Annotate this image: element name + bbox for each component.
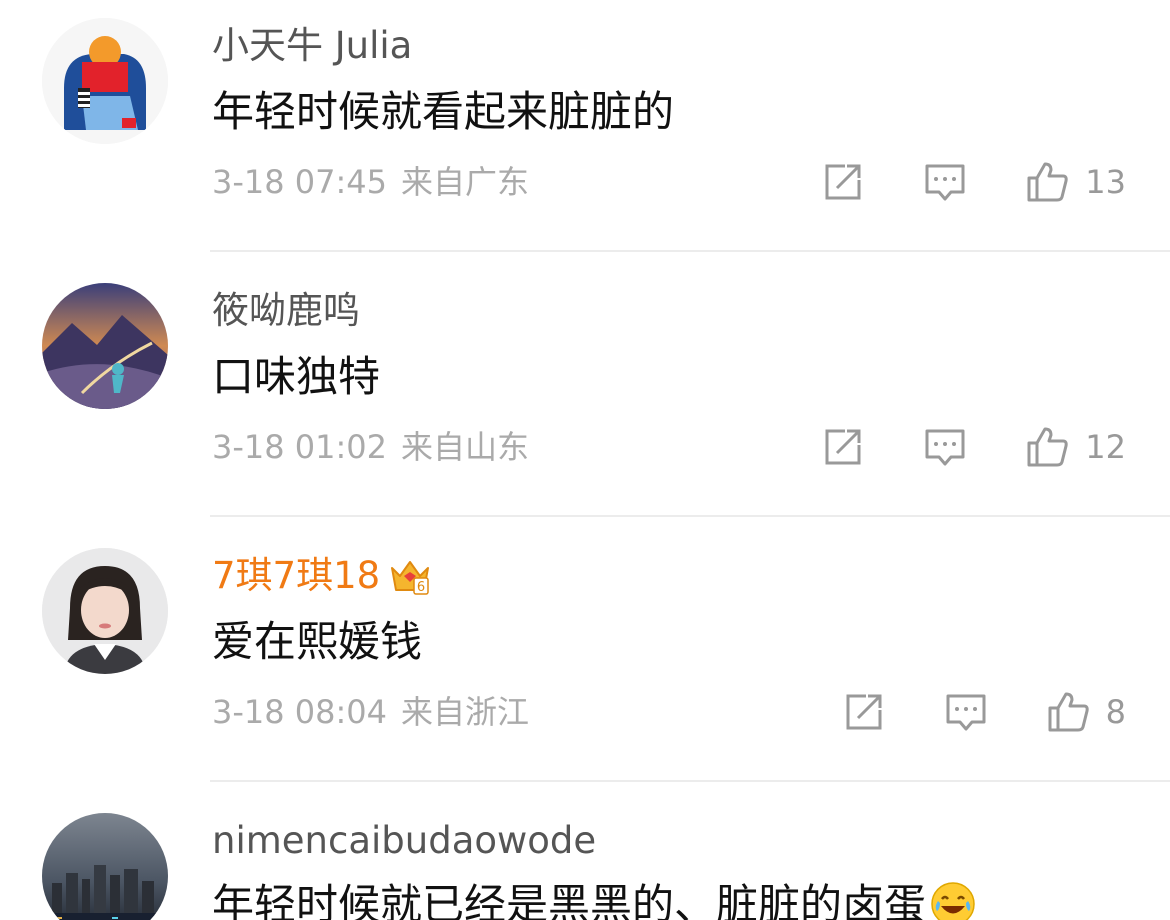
location: 来自浙江 xyxy=(401,693,530,731)
comment-meta: 3-18 07:45 来自广东 xyxy=(212,162,529,202)
username[interactable]: 7琪7琪18 6 xyxy=(212,554,432,598)
reply-icon[interactable] xyxy=(921,423,969,471)
comment-text: 爱在熙媛钱 xyxy=(212,617,423,666)
username[interactable]: 小天牛 Julia xyxy=(212,24,412,68)
comment-meta: 3-18 01:02 来自山东 xyxy=(212,427,529,467)
like-button[interactable]: 13 xyxy=(1023,158,1126,206)
comment-meta: 3-18 08:04 来自浙江 xyxy=(212,692,529,732)
avatar[interactable] xyxy=(42,283,168,409)
comment-item: nimencaibudaowode 年轻时候就已经是黑黑的、脏脏的卤蛋 xyxy=(0,795,1170,920)
comment-item: 小天牛 Julia 年轻时候就看起来脏脏的 3-18 07:45 来自广东 13 xyxy=(0,0,1170,265)
reply-icon[interactable] xyxy=(921,158,969,206)
share-icon[interactable] xyxy=(819,158,867,206)
like-count: 13 xyxy=(1085,163,1126,201)
reply-icon[interactable] xyxy=(942,688,990,736)
like-count: 8 xyxy=(1105,693,1126,731)
timestamp: 3-18 01:02 xyxy=(212,428,388,466)
avatar-portrait-icon xyxy=(42,548,168,674)
laughing-crying-emoji xyxy=(931,882,975,920)
share-icon[interactable] xyxy=(819,423,867,471)
share-icon[interactable] xyxy=(840,688,888,736)
divider xyxy=(210,250,1170,252)
comment-text-body: 年轻时候就已经是黑黑的、脏脏的卤蛋 xyxy=(212,880,927,920)
comment-actions: 8 xyxy=(840,688,1126,736)
thumbs-up-icon xyxy=(1027,427,1068,467)
comment-actions: 13 xyxy=(819,158,1126,206)
avatar[interactable] xyxy=(42,548,168,674)
divider xyxy=(210,515,1170,517)
comment-item: 7琪7琪18 6 爱在熙媛钱 3-18 08:04 来自浙江 8 xyxy=(0,530,1170,795)
like-count: 12 xyxy=(1085,428,1126,466)
avatar[interactable] xyxy=(42,813,168,920)
thumbs-up-icon xyxy=(1048,692,1089,732)
comment-text: 年轻时候就看起来脏脏的 xyxy=(212,87,675,136)
vip-level: 6 xyxy=(417,580,425,595)
timestamp: 3-18 07:45 xyxy=(212,163,388,201)
avatar-fantasy-landscape-icon xyxy=(42,283,168,409)
avatar-city-skyline-icon xyxy=(42,813,168,920)
avatar-girl-reading-icon xyxy=(42,18,168,144)
avatar[interactable] xyxy=(42,18,168,144)
username[interactable]: nimencaibudaowode xyxy=(212,819,596,863)
location: 来自广东 xyxy=(401,163,530,201)
comment-text: 口味独特 xyxy=(212,352,381,401)
comment-item: 筱呦鹿鸣 口味独特 3-18 01:02 来自山东 12 xyxy=(0,265,1170,530)
comment-text: 年轻时候就已经是黑黑的、脏脏的卤蛋 xyxy=(212,881,976,920)
like-button[interactable]: 8 xyxy=(1044,688,1126,736)
timestamp: 3-18 08:04 xyxy=(212,693,388,731)
comment-actions: 12 xyxy=(819,423,1126,471)
username-text: 7琪7琪18 xyxy=(212,554,381,597)
thumbs-up-icon xyxy=(1027,162,1068,202)
like-button[interactable]: 12 xyxy=(1023,423,1126,471)
location: 来自山东 xyxy=(401,428,530,466)
vip-crown-icon: 6 xyxy=(391,561,430,595)
username[interactable]: 筱呦鹿鸣 xyxy=(212,289,360,333)
divider xyxy=(210,780,1170,782)
